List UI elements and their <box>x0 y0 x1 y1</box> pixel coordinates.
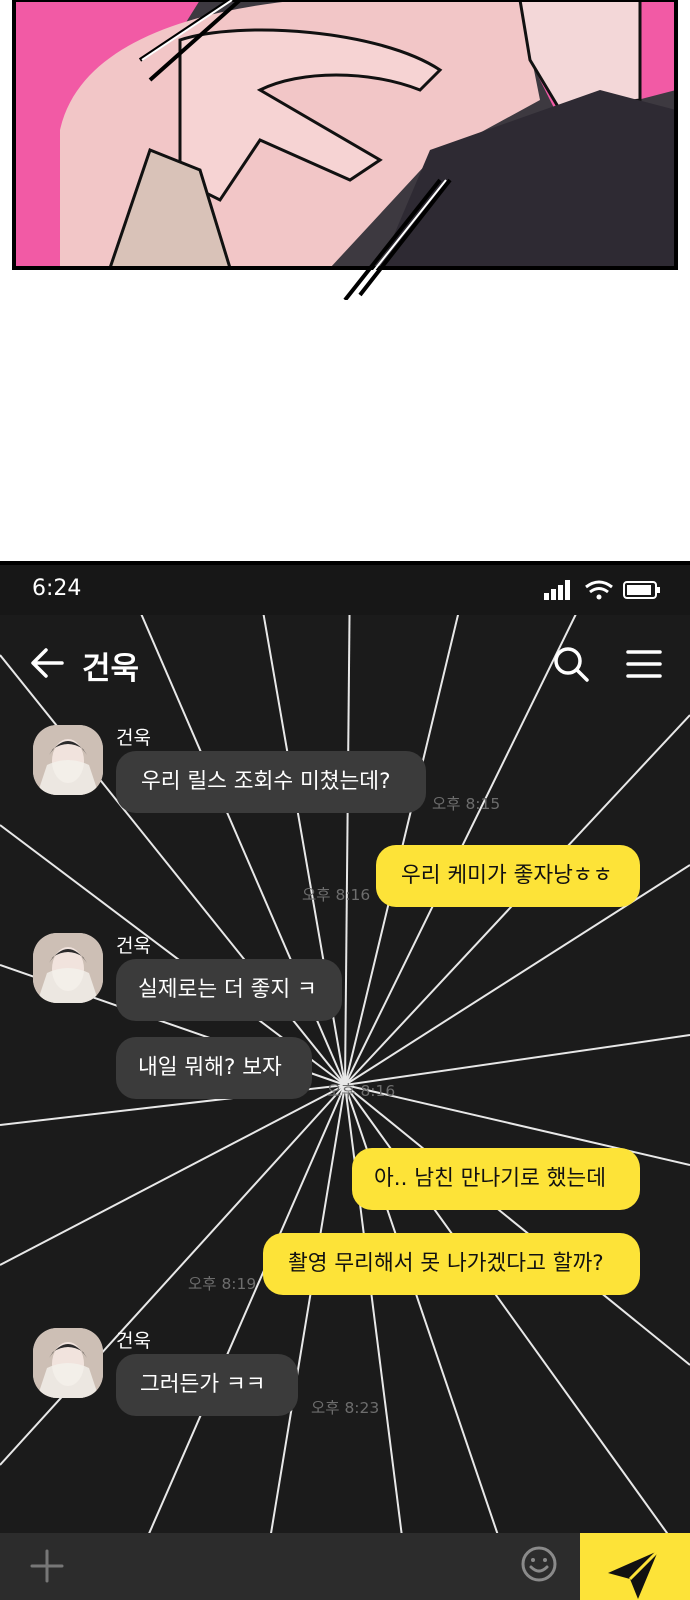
signal-icon <box>544 580 570 600</box>
send-icon <box>608 1549 660 1599</box>
send-button[interactable] <box>580 1533 690 1600</box>
status-icons <box>544 580 660 600</box>
chat-header: 건욱 <box>0 615 690 713</box>
status-bar: 6:24 <box>0 565 690 615</box>
message-input-bar <box>0 1533 690 1600</box>
chat-title: 건욱 <box>82 651 140 687</box>
message-text: 실제로는 더 좋지 ㅋ <box>138 977 317 1002</box>
message-text: 우리 케미가 좋자낭ㅎㅎ <box>401 863 613 888</box>
message-text: 아.. 남친 만나기로 했는데 <box>374 1166 606 1191</box>
message-bubble-outgoing[interactable]: 우리 케미가 좋자낭ㅎㅎ <box>376 845 640 907</box>
chat-screen: 6:24 건욱 건욱 우리 릴스 조회수 미쳤는데? 오후 8:15 우리 케미… <box>0 561 690 1600</box>
message-bubble-incoming[interactable]: 내일 뭐해? 보자 <box>116 1037 312 1099</box>
status-time: 6:24 <box>32 576 82 601</box>
message-time: 오후 8:16 <box>327 1082 396 1100</box>
emoji-icon[interactable] <box>520 1545 558 1583</box>
message-time: 오후 8:23 <box>311 1399 380 1417</box>
wifi-icon <box>585 580 613 594</box>
contact-avatar[interactable] <box>33 725 103 795</box>
message-bubble-incoming[interactable]: 우리 릴스 조회수 미쳤는데? <box>116 751 426 813</box>
search-icon[interactable] <box>552 645 590 683</box>
message-bubble-outgoing[interactable]: 아.. 남친 만나기로 했는데 <box>352 1148 640 1210</box>
sender-name: 건욱 <box>116 1330 151 1352</box>
message-bubble-outgoing[interactable]: 촬영 무리해서 못 나가겠다고 할까? <box>263 1233 640 1295</box>
message-text: 그러든가 ㅋㅋ <box>140 1372 266 1397</box>
battery-icon <box>623 581 660 599</box>
sender-name: 건욱 <box>116 727 151 749</box>
menu-icon[interactable] <box>626 648 662 680</box>
plus-icon[interactable] <box>30 1549 64 1583</box>
back-arrow-icon[interactable] <box>30 645 66 681</box>
message-text: 내일 뭐해? 보자 <box>138 1055 282 1080</box>
message-text: 촬영 무리해서 못 나가겠다고 할까? <box>288 1251 604 1276</box>
message-time: 오후 8:16 <box>302 886 371 904</box>
comic-panel-illustration <box>12 0 678 300</box>
contact-avatar[interactable] <box>33 933 103 1003</box>
message-bubble-incoming[interactable]: 실제로는 더 좋지 ㅋ <box>116 959 342 1021</box>
message-time: 오후 8:19 <box>188 1275 257 1293</box>
contact-avatar[interactable] <box>33 1328 103 1398</box>
message-time: 오후 8:15 <box>432 795 501 813</box>
message-text: 우리 릴스 조회수 미쳤는데? <box>141 769 391 794</box>
sender-name: 건욱 <box>116 935 151 957</box>
message-bubble-incoming[interactable]: 그러든가 ㅋㅋ <box>116 1354 298 1416</box>
